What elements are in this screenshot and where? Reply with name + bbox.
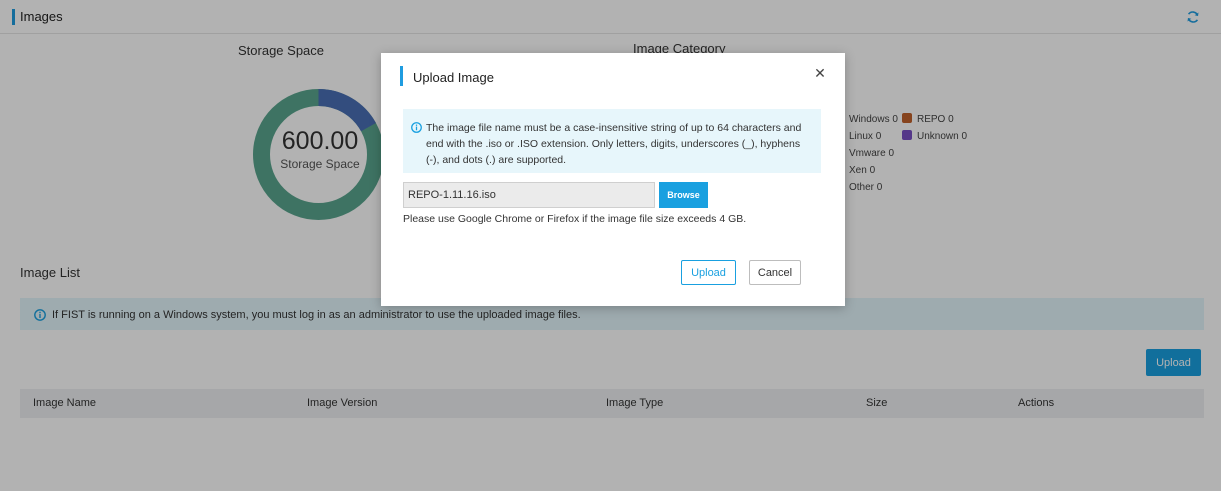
modal-accent-bar xyxy=(400,66,403,86)
modal-note-text: The image file name must be a case-insen… xyxy=(426,122,802,166)
modal-note: The image file name must be a case-insen… xyxy=(403,109,821,173)
modal-upload-button[interactable]: Upload xyxy=(681,260,736,285)
close-icon[interactable]: ✕ xyxy=(813,66,827,80)
modal-cancel-button[interactable]: Cancel xyxy=(749,260,801,285)
upload-image-dialog: Upload Image ✕ The image file name must … xyxy=(381,53,845,306)
modal-title: Upload Image xyxy=(413,70,494,85)
browse-button[interactable]: Browse xyxy=(659,182,708,208)
browser-hint: Please use Google Chrome or Firefox if t… xyxy=(403,213,747,225)
file-name-input[interactable] xyxy=(403,182,655,208)
info-icon xyxy=(411,122,422,133)
